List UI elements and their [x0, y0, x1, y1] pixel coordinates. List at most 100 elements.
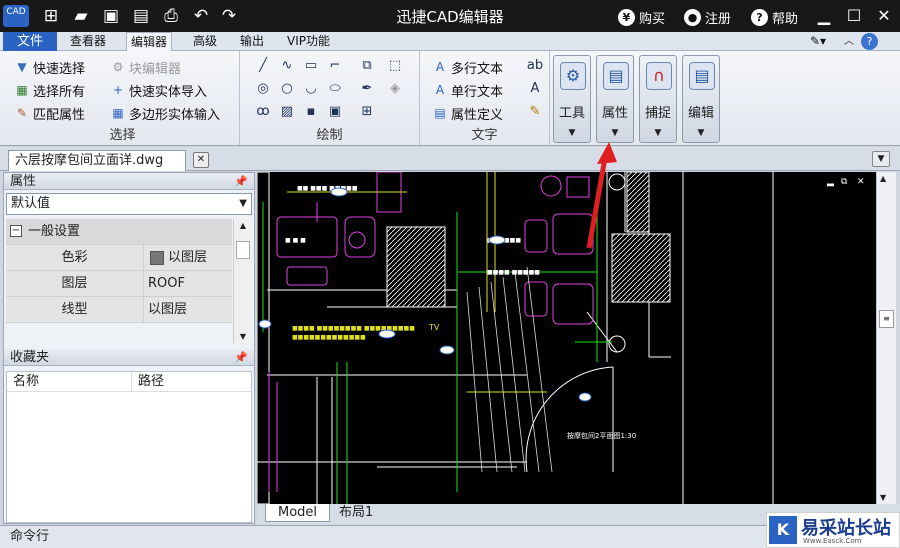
curve-icon[interactable]: ∿ — [278, 57, 296, 75]
section-label: 一般设置 — [28, 224, 81, 239]
block-editor-button[interactable]: ⚙ 块编辑器 — [110, 57, 181, 77]
prop-row-linetype[interactable]: 线型 以图层 — [6, 297, 232, 323]
style-brush-icon[interactable]: ✎▾ — [810, 32, 826, 51]
snap-button[interactable]: ∩ 捕捉 ▼ — [639, 55, 677, 143]
tab-viewer[interactable]: 查看器 — [70, 32, 106, 51]
favorites-list[interactable]: 名称 路径 — [6, 371, 252, 523]
quick-select-button[interactable]: ▼ 快速选择 — [14, 57, 85, 77]
pen-icon[interactable]: ✒ — [358, 80, 376, 98]
pin-icon[interactable]: 📌 — [234, 173, 248, 190]
save-as-icon[interactable]: ▤ — [130, 5, 152, 27]
cad-drawing-canvas[interactable]: ■ ■ ■ ■■ ■■■ ■■■■■ ■■■■ ■■ ■■■ ■ ■■■ ■■ ■■■… — [257, 172, 876, 504]
register-link[interactable]: ● 注册 — [684, 7, 731, 27]
properties-button[interactable]: ▤ 属性 ▼ — [596, 55, 634, 143]
tools-label: 工具 — [558, 106, 585, 121]
scroll-up-icon[interactable]: ▲ — [236, 221, 250, 230]
edit-button[interactable]: ▤ 编辑 ▼ — [682, 55, 720, 143]
open-folder-icon[interactable]: ▰ — [70, 5, 92, 27]
scroll-thumb[interactable]: ≡ — [879, 310, 894, 328]
tab-vip[interactable]: VIP功能 — [287, 32, 330, 51]
canvas-close-icon[interactable]: ✕ — [857, 177, 865, 187]
scroll-up-icon[interactable]: ▲ — [880, 174, 886, 183]
command-bar-label: 命令行 — [10, 529, 50, 544]
match-props-button[interactable]: ✎ 匹配属性 — [14, 103, 85, 123]
help-link[interactable]: ? 帮助 — [751, 7, 798, 27]
copy-block-icon[interactable]: ⧉ — [358, 57, 376, 75]
buy-link[interactable]: ¥ 购买 — [618, 7, 665, 27]
close-tab-icon[interactable]: ✕ — [193, 152, 209, 168]
line-icon[interactable]: ╱ — [254, 57, 272, 75]
ribbon-help-icon[interactable]: ? — [861, 33, 878, 50]
scroll-down-icon[interactable]: ▼ — [236, 332, 250, 341]
tab-advanced[interactable]: 高级 — [193, 32, 217, 51]
properties-combo[interactable]: 默认值 ▼ — [6, 193, 252, 215]
save-icon[interactable]: ▣ — [100, 5, 122, 27]
attr-define-button[interactable]: ▤ 属性定义 — [432, 103, 503, 123]
select-all-button[interactable]: ▦ 选择所有 — [14, 80, 85, 100]
scroll-thumb[interactable] — [236, 241, 250, 259]
app-logo-icon[interactable]: CAD — [3, 5, 29, 27]
tab-layout1[interactable]: 布局1 — [327, 504, 385, 522]
prop-key: 图层 — [6, 271, 144, 297]
undo-icon[interactable]: ↶ — [190, 5, 212, 27]
col-name[interactable]: 名称 — [13, 372, 39, 392]
chevron-down-icon: ▼ — [654, 128, 662, 138]
redo-icon[interactable]: ↷ — [218, 5, 240, 27]
tab-file[interactable]: 文件 — [3, 32, 57, 51]
properties-scrollbar[interactable]: ▲ ▼ — [233, 219, 252, 343]
single-text-icon: A — [435, 83, 445, 97]
rectangle-icon[interactable]: ▭ — [302, 57, 320, 75]
canvas-vertical-scrollbar[interactable]: ▲ ≡ ▼ — [876, 172, 896, 504]
tab-editor[interactable]: 编辑器 — [126, 32, 173, 51]
single-text-button[interactable]: A 单行文本 — [432, 80, 503, 100]
plus-icon: + — [112, 83, 124, 97]
text-style-icon[interactable]: A — [526, 80, 544, 98]
properties-panel-header: 属性 📌 — [4, 173, 254, 190]
table-icon[interactable]: ⊞ — [358, 103, 376, 121]
watermark-sub: Www.Easck.Com — [803, 537, 862, 545]
user-icon: ● — [684, 8, 701, 26]
image-icon[interactable]: ▣ — [326, 103, 344, 121]
dashed-rect-icon[interactable]: ⬚ — [386, 57, 404, 75]
col-path[interactable]: 路径 — [131, 372, 164, 392]
chevron-down-icon: ▼ — [611, 128, 619, 138]
tools-button[interactable]: ⚙ 工具 ▼ — [553, 55, 591, 143]
prop-key: 线型 — [6, 297, 144, 323]
attr-define-label: 属性定义 — [451, 107, 504, 123]
point-icon[interactable]: ▪ — [302, 103, 320, 121]
polygon-entity-input-button[interactable]: ▦ 多边形实体输入 — [110, 103, 220, 123]
collapse-icon[interactable]: − — [10, 225, 22, 237]
section-row[interactable]: − 一般设置 — [6, 219, 232, 245]
abc-icon[interactable]: ab — [526, 57, 544, 75]
close-icon[interactable]: ✕ — [872, 4, 896, 28]
tab-model[interactable]: Model — [265, 504, 331, 522]
buy-label: 购买 — [639, 11, 666, 27]
polyline-icon[interactable]: ⌐ — [326, 57, 344, 75]
minimize-icon[interactable]: ▁ — [812, 4, 836, 28]
hatch-icon[interactable]: ▨ — [278, 103, 296, 121]
canvas-min-icon[interactable]: ▂ — [826, 177, 835, 187]
snap-label: 捕捉 — [644, 106, 671, 121]
multiline-text-button[interactable]: A 多行文本 — [432, 57, 503, 77]
circle-icon[interactable]: ○ — [278, 80, 296, 98]
circle-dots-icon[interactable]: ◎ — [254, 80, 272, 98]
arc-icon[interactable]: ◡ — [302, 80, 320, 98]
pin-icon[interactable]: 📌 — [234, 349, 248, 366]
print-icon[interactable]: ⎙ — [160, 5, 182, 27]
collapse-ribbon-icon[interactable]: ︿ — [844, 32, 854, 51]
ellipse-icon[interactable]: ⬭ — [326, 80, 344, 98]
scroll-down-icon[interactable]: ▼ — [880, 493, 886, 502]
spline-icon[interactable]: ꝏ — [254, 103, 272, 121]
tab-output[interactable]: 输出 — [240, 32, 264, 51]
prop-row-color[interactable]: 色彩 以图层 — [6, 245, 232, 271]
select-group: ▼ 快速选择 ▦ 选择所有 ✎ 匹配属性 ⚙ 块编辑器 + 快速实体导入 ▦ 多边形实体输入… — [6, 51, 240, 145]
canvas-restore-icon[interactable]: ⧉ — [841, 177, 848, 187]
maximize-icon[interactable]: ☐ — [842, 4, 866, 28]
edit-text-icon[interactable]: ✎ — [526, 103, 544, 121]
chevron-down-icon[interactable]: ▼ — [872, 151, 890, 167]
quick-entity-import-button[interactable]: + 快速实体导入 — [110, 80, 207, 100]
document-tab[interactable]: 六层按摩包间立面详.dwg — [8, 150, 186, 171]
new-file-icon[interactable]: ⊞ — [40, 5, 62, 27]
command-bar: 命令行 — [0, 525, 900, 548]
prop-row-layer[interactable]: 图层 ROOF — [6, 271, 232, 297]
